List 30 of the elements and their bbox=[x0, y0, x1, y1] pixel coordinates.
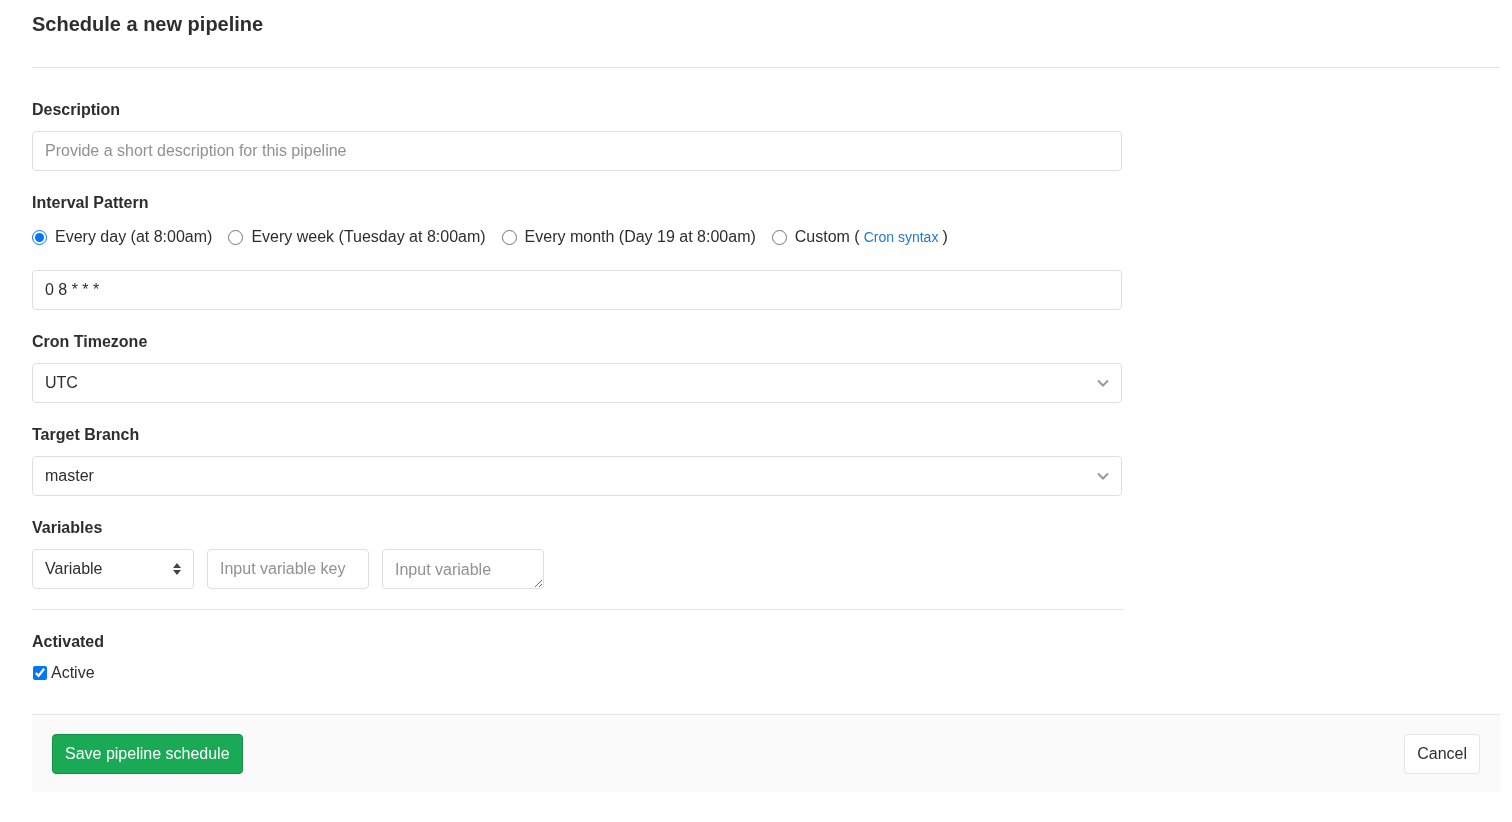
cron-syntax-link[interactable]: Cron syntax bbox=[863, 229, 939, 245]
radio-button[interactable] bbox=[771, 229, 787, 245]
radio-button[interactable] bbox=[501, 229, 517, 245]
cancel-button[interactable]: Cancel bbox=[1404, 733, 1480, 774]
variable-value-field[interactable]: Input variable bbox=[382, 549, 544, 589]
page-title: Schedule a new pipeline bbox=[32, 12, 264, 36]
radio-button[interactable] bbox=[228, 229, 244, 245]
variable-key-field[interactable]: Input variable key bbox=[207, 549, 369, 589]
field-label: Variables bbox=[32, 518, 103, 538]
field-label: Cron Timezone bbox=[32, 332, 148, 352]
chevron-down-icon bbox=[1097, 472, 1109, 480]
active-checkbox[interactable] bbox=[33, 666, 47, 680]
radio-label: ) bbox=[942, 228, 948, 246]
field-label: Activated bbox=[32, 632, 105, 652]
variable-type-dropdown[interactable]: Variable bbox=[32, 549, 194, 589]
description-field[interactable]: Provide a short description for this pipeline bbox=[32, 131, 1122, 171]
radio-button[interactable] bbox=[32, 229, 47, 245]
field-label: Target Branch bbox=[32, 425, 140, 445]
radio-label: Custom ( bbox=[794, 228, 860, 246]
timezone-dropdown[interactable]: UTC bbox=[32, 363, 1122, 403]
chevron-down-icon bbox=[1097, 379, 1109, 387]
radio-label: Every month (Day 19 at 8:00am) bbox=[524, 228, 756, 246]
branch-dropdown[interactable]: master bbox=[32, 456, 1122, 496]
up-down-icon bbox=[173, 563, 181, 575]
field-label: Description bbox=[32, 100, 120, 120]
checkbox-label: Active bbox=[51, 664, 95, 682]
cron-field[interactable]: 0 8 * * * bbox=[32, 270, 1122, 310]
radio-label: Every week (Tuesday at 8:00am) bbox=[251, 228, 486, 246]
field-label: Interval Pattern bbox=[32, 193, 149, 213]
radio-label: Every day (at 8:00am) bbox=[55, 228, 213, 246]
